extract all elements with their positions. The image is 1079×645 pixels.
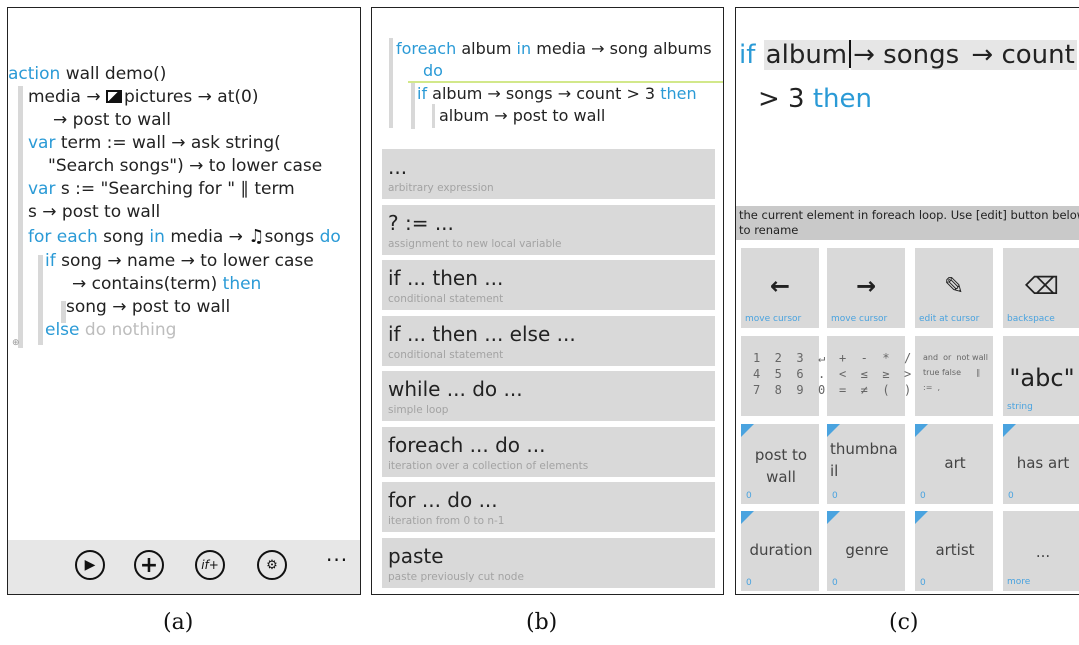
tile-title: foreach ... do ... — [388, 433, 546, 457]
numbers-keypad-button[interactable]: 1 2 3 ↵ 4 5 6 . 7 8 9 0 — [741, 336, 825, 416]
code-line[interactable]: → post to wall — [53, 110, 171, 130]
statement-tile-assignment[interactable]: ? := ... assignment to new local variable — [382, 205, 715, 255]
corner-marker — [741, 424, 754, 437]
property-thumbnail-button[interactable]: thumbnail 0 — [827, 424, 905, 504]
pencil-icon: ✎ — [943, 272, 965, 300]
property-has-art-button[interactable]: has art 0 — [1003, 424, 1079, 504]
property-genre-button[interactable]: genre 0 — [827, 511, 905, 591]
selection-highlight — [408, 81, 723, 83]
backspace-icon: ⌫ — [1025, 272, 1059, 300]
tile-title: paste — [388, 544, 444, 568]
code-line[interactable]: var term := wall → ask string( — [28, 133, 281, 153]
pictures-icon — [106, 90, 123, 103]
tile-desc: iteration over a collection of elements — [388, 460, 589, 472]
code-line[interactable]: "Search songs") → to lower case — [48, 156, 322, 176]
corner-marker — [915, 511, 928, 524]
arrow-right-icon: → — [855, 272, 877, 300]
code-line[interactable]: action wall demo() — [8, 64, 166, 84]
caption-a: (a) — [163, 610, 194, 635]
move-cursor-right-button[interactable]: → move cursor — [827, 248, 905, 328]
indent-bar — [411, 83, 415, 129]
tile-title: if ... then ... — [388, 266, 504, 290]
indent-bar — [389, 38, 393, 128]
add-if-button[interactable]: if+ — [195, 550, 225, 580]
collapse-marker[interactable]: ⊕ — [12, 338, 20, 348]
tile-desc: arbitrary expression — [388, 182, 494, 194]
code-line[interactable]: foreach album in media → song albums — [396, 39, 712, 58]
corner-marker — [741, 511, 754, 524]
tile-title: ? := ... — [388, 211, 454, 235]
tile-desc: assignment to new local variable — [388, 238, 562, 250]
panel-c-expression-editor: if album → songs → count > 3 then the cur… — [735, 7, 1079, 595]
code-line[interactable]: var s := "Searching for " ∥ term — [28, 179, 295, 199]
caption-b: (b) — [526, 610, 558, 635]
tile-title: for ... do ... — [388, 488, 498, 512]
code-line[interactable]: if song → name → to lower case — [45, 251, 314, 271]
corner-marker — [915, 424, 928, 437]
operators-keypad-button[interactable]: + - * / < ≤ ≥ > = ≠ ( ) — [827, 336, 911, 416]
tile-desc: conditional statement — [388, 349, 504, 361]
more-button[interactable]: ... — [326, 542, 348, 566]
arrow-left-icon: ← — [769, 272, 791, 300]
code-line[interactable]: if album → songs → count > 3 then — [417, 84, 697, 103]
plus-icon: + — [139, 552, 159, 578]
corner-marker — [827, 424, 840, 437]
code-line[interactable]: s → post to wall — [28, 202, 160, 222]
code-line[interactable]: else do nothing — [45, 320, 176, 340]
gear-icon: ⚙ — [266, 557, 278, 573]
code-line[interactable]: song → post to wall — [66, 297, 230, 317]
tile-title: if ... then ... else ... — [388, 322, 576, 346]
statement-tile-paste[interactable]: paste paste previously cut node — [382, 538, 715, 588]
panel-b-statement-picker: foreach album in media → song albums do … — [371, 7, 724, 595]
more-properties-button[interactable]: ... more — [1003, 511, 1079, 591]
if-add-icon: if+ — [201, 558, 219, 572]
indent-bar — [432, 104, 435, 128]
edit-at-cursor-button[interactable]: ✎ edit at cursor — [915, 248, 993, 328]
statement-tile-expression[interactable]: ... arbitrary expression — [382, 149, 715, 199]
move-cursor-left-button[interactable]: ← move cursor — [741, 248, 819, 328]
statement-tile-for[interactable]: for ... do ... iteration from 0 to n-1 — [382, 482, 715, 532]
tile-desc: conditional statement — [388, 293, 504, 305]
property-post-to-wall-button[interactable]: post to wall 0 — [741, 424, 819, 504]
logic-keypad-button[interactable]: and or not wall true false ∥ := , — [915, 336, 993, 416]
backspace-button[interactable]: ⌫ backspace — [1003, 248, 1079, 328]
music-note-icon: ♫ — [248, 226, 265, 247]
indent-bar — [38, 255, 43, 345]
code-line[interactable]: → contains(term) then — [72, 274, 261, 294]
expression-line[interactable]: if album → songs → count — [739, 40, 1077, 70]
code-line[interactable]: do — [423, 61, 443, 80]
app-bar: ▶ + if+ ⚙ ... — [8, 540, 360, 594]
add-button[interactable]: + — [134, 550, 164, 580]
tile-desc: paste previously cut node — [388, 571, 524, 583]
tile-title: while ... do ... — [388, 377, 523, 401]
caption-c: (c) — [889, 610, 919, 635]
play-icon: ▶ — [84, 557, 96, 573]
string-literal-button[interactable]: "abc" string — [1003, 336, 1079, 416]
statement-tile-if-then-else[interactable]: if ... then ... else ... conditional stat… — [382, 316, 715, 366]
statement-tile-foreach[interactable]: foreach ... do ... iteration over a colle… — [382, 427, 715, 477]
tile-desc: simple loop — [388, 404, 449, 416]
property-artist-button[interactable]: artist 0 — [915, 511, 993, 591]
corner-marker — [827, 511, 840, 524]
run-button[interactable]: ▶ — [75, 550, 105, 580]
code-line[interactable]: for each song in media → ♫songs do — [28, 226, 341, 247]
code-line[interactable]: album → post to wall — [439, 106, 605, 125]
property-duration-button[interactable]: duration 0 — [741, 511, 819, 591]
hint-bar: the current element in foreach loop. Use… — [736, 206, 1079, 240]
panel-a-code-editor: ⊕ action wall demo() media → pictures → … — [7, 7, 361, 595]
expression-token[interactable]: → songs — [851, 40, 970, 70]
corner-marker — [1003, 424, 1016, 437]
expression-token[interactable]: → count — [969, 40, 1077, 70]
tile-title: ... — [388, 155, 408, 179]
statement-tile-if-then[interactable]: if ... then ... conditional statement — [382, 260, 715, 310]
expression-line[interactable]: > 3 then — [758, 84, 872, 114]
indent-bar — [18, 86, 23, 348]
tile-desc: iteration from 0 to n-1 — [388, 515, 505, 527]
expression-token[interactable]: album — [763, 40, 850, 70]
code-line[interactable]: media → pictures → at(0) — [28, 87, 258, 107]
statement-tile-while[interactable]: while ... do ... simple loop — [382, 371, 715, 421]
property-art-button[interactable]: art 0 — [915, 424, 993, 504]
settings-button[interactable]: ⚙ — [257, 550, 287, 580]
